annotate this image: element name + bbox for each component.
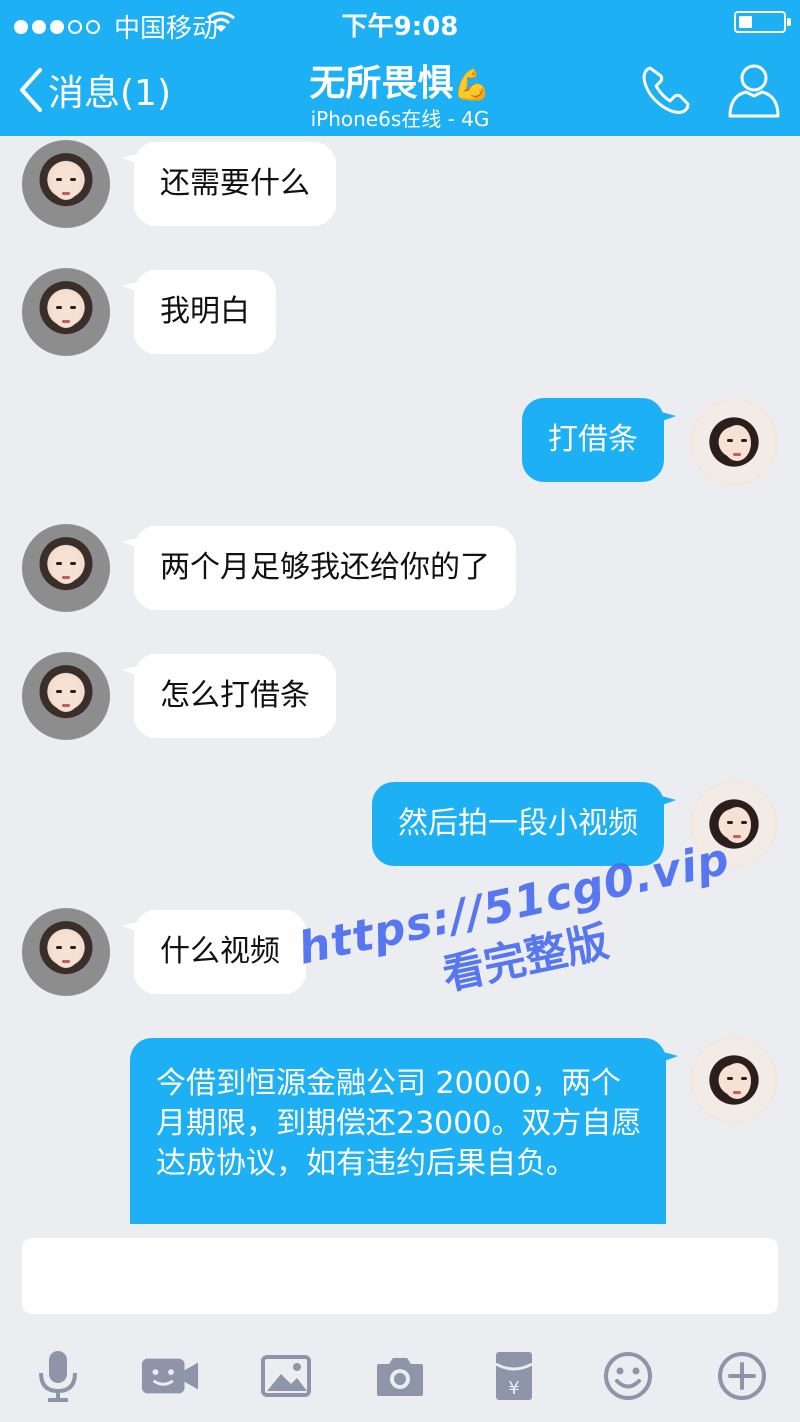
incoming-message[interactable]: 两个月足够我还给你的了: [134, 526, 516, 610]
my-avatar[interactable]: [690, 398, 778, 486]
status-bar: 中国移动 下午9:08: [0, 0, 800, 44]
outgoing-message[interactable]: 今借到恒源金融公司 20000，两个月期限，到期偿还23000。双方自愿达成协议…: [130, 1038, 666, 1224]
video-icon[interactable]: [140, 1346, 200, 1406]
profile-icon[interactable]: [726, 60, 782, 120]
outgoing-message[interactable]: 打借条: [522, 398, 664, 482]
contact-avatar[interactable]: [22, 908, 110, 996]
message-input[interactable]: [22, 1238, 778, 1314]
incoming-message[interactable]: 怎么打借条: [134, 654, 336, 738]
message-list[interactable]: 还需要什么 我明白 打借条 两个月足够我还给你的了 怎么打借条 然后拍一段小视频…: [0, 136, 800, 1224]
camera-icon[interactable]: [370, 1346, 430, 1406]
contact-avatar[interactable]: [22, 140, 110, 228]
battery-icon: [734, 11, 791, 33]
plus-icon[interactable]: [712, 1346, 772, 1406]
input-area: ¥: [0, 1224, 800, 1422]
contact-avatar[interactable]: [22, 524, 110, 612]
my-avatar[interactable]: [690, 780, 778, 868]
image-icon[interactable]: [256, 1346, 316, 1406]
muscle-emoji-icon: 💪: [453, 68, 491, 103]
my-avatar[interactable]: [690, 1036, 778, 1124]
contact-avatar[interactable]: [22, 652, 110, 740]
outgoing-message[interactable]: 然后拍一段小视频: [372, 782, 664, 866]
phone-icon[interactable]: [640, 64, 692, 116]
status-time: 下午9:08: [341, 12, 459, 42]
chat-header: 中国移动 下午9:08 消息(1) 无所畏惧💪 iPhone6s在线 - 4G: [0, 0, 800, 136]
contact-name-text: 无所畏惧: [309, 63, 454, 104]
svg-text:¥: ¥: [508, 1378, 519, 1399]
contact-avatar[interactable]: [22, 268, 110, 356]
emoji-icon[interactable]: [598, 1346, 658, 1406]
incoming-message[interactable]: 我明白: [134, 270, 276, 354]
incoming-message[interactable]: 什么视频: [134, 910, 306, 994]
mic-icon[interactable]: [28, 1346, 88, 1406]
red-packet-icon[interactable]: ¥: [484, 1346, 544, 1406]
input-toolbar: ¥: [0, 1334, 800, 1422]
incoming-message[interactable]: 还需要什么: [134, 142, 336, 226]
